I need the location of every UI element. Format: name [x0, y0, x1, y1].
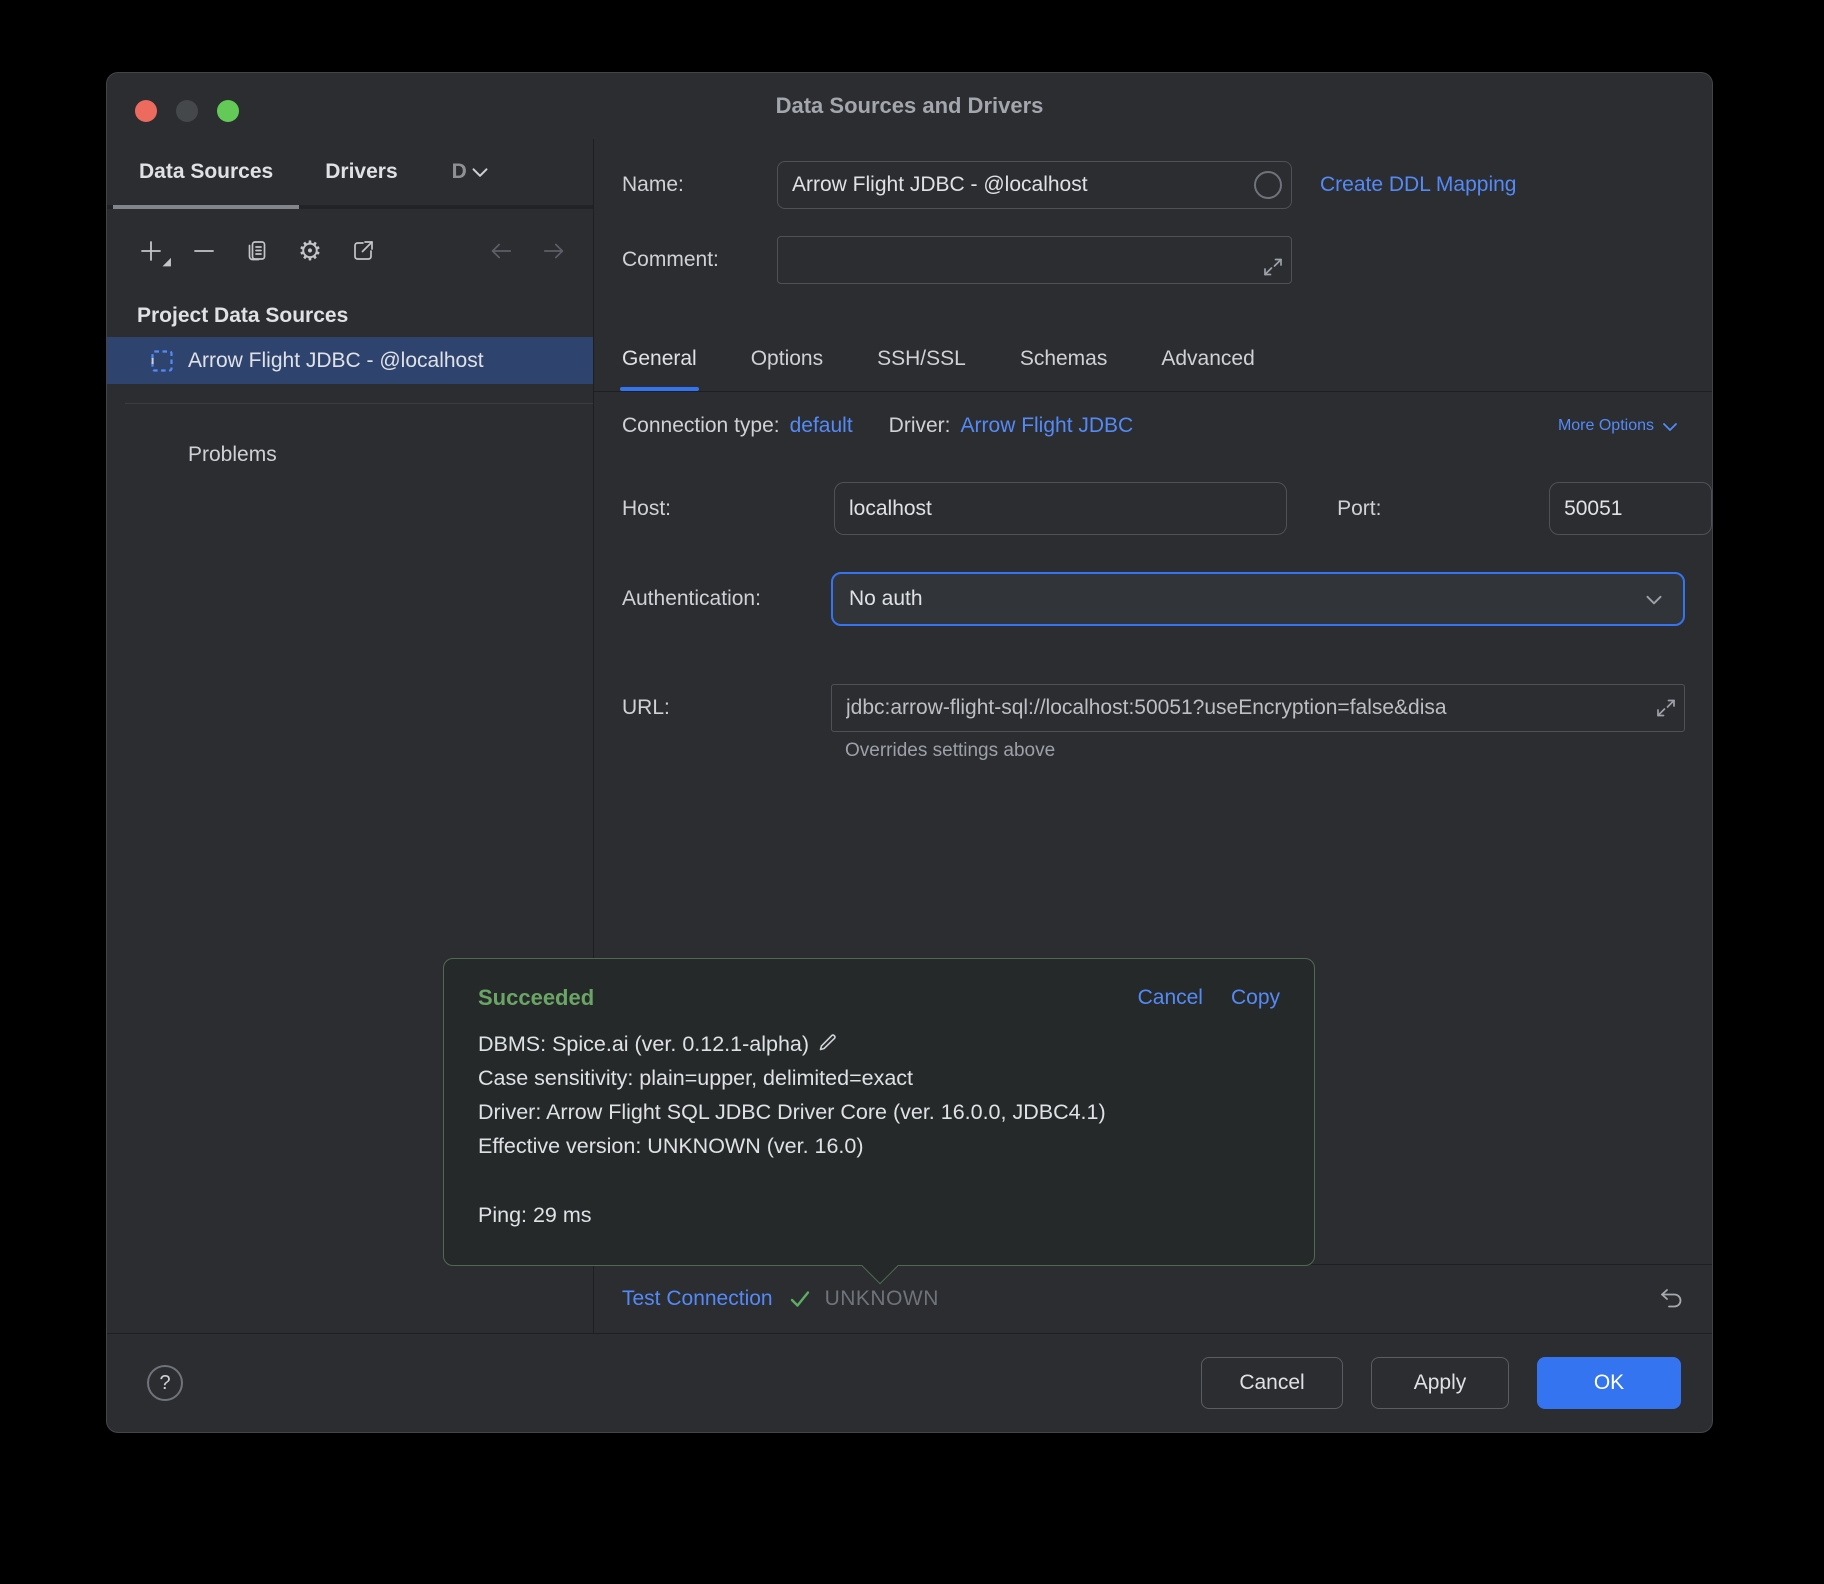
export-button[interactable] — [350, 238, 376, 264]
connection-type-value-link[interactable]: default — [790, 414, 853, 438]
host-label: Host: — [622, 497, 834, 521]
port-field-wrap — [1549, 482, 1712, 535]
sidebar-toolbar: ◢ ⚙ — [107, 209, 593, 293]
back-button[interactable] — [488, 238, 514, 264]
traffic-lights — [135, 100, 239, 122]
popup-line-ping: Ping: 29 ms — [478, 1198, 1280, 1232]
connection-result-text: UNKNOWN — [825, 1287, 939, 1311]
success-check-icon — [787, 1286, 813, 1312]
driver-value-link[interactable]: Arrow Flight JDBC — [961, 414, 1134, 438]
titlebar: Data Sources and Drivers — [107, 73, 1712, 139]
host-row: Host: Port: — [594, 482, 1712, 535]
ok-button[interactable]: OK — [1537, 1357, 1681, 1409]
url-field-wrap — [831, 684, 1685, 732]
more-options-link[interactable]: More Options — [1558, 414, 1682, 438]
name-label: Name: — [622, 173, 777, 197]
popup-status-text: Succeeded — [478, 985, 594, 1011]
popup-line-driver: Driver: Arrow Flight SQL JDBC Driver Cor… — [478, 1095, 1280, 1129]
add-dropdown-arrow-icon: ◢ — [163, 255, 171, 268]
tab-advanced[interactable]: Advanced — [1161, 326, 1254, 391]
comment-field-wrap — [777, 236, 1292, 284]
host-field-wrap — [834, 482, 1287, 535]
popup-line-version: Effective version: UNKNOWN (ver. 16.0) — [478, 1129, 1280, 1163]
tab-schemas[interactable]: Schemas — [1020, 326, 1108, 391]
remove-datasource-button[interactable] — [191, 238, 217, 264]
data-sources-dialog: Data Sources and Drivers Data Sources Dr… — [106, 72, 1713, 1433]
create-ddl-mapping-link[interactable]: Create DDL Mapping — [1320, 173, 1517, 197]
project-data-sources-header: Project Data Sources — [137, 303, 593, 329]
name-row: Name: Create DDL Mapping — [594, 161, 1712, 209]
zoom-window-button[interactable] — [217, 100, 239, 122]
url-hint: Overrides settings above — [845, 740, 1712, 762]
test-connection-bar: Test Connection UNKNOWN — [594, 1264, 1712, 1333]
port-label: Port: — [1337, 497, 1549, 521]
tab-data-sources[interactable]: Data Sources — [113, 139, 299, 205]
tab-drivers[interactable]: Drivers — [299, 139, 423, 205]
chevron-down-icon — [467, 159, 493, 185]
dialog-tabstrip: General Options SSH/SSL Schemas Advanced — [594, 326, 1712, 392]
driver-label: Driver: — [889, 414, 951, 438]
name-input[interactable] — [778, 162, 1291, 208]
popup-cancel-link[interactable]: Cancel — [1138, 986, 1203, 1010]
url-row: URL: — [594, 684, 1712, 732]
expand-icon[interactable] — [1654, 696, 1678, 720]
tab-ssh-ssl[interactable]: SSH/SSL — [877, 326, 966, 391]
test-connection-link[interactable]: Test Connection — [622, 1287, 773, 1311]
port-input[interactable] — [1550, 483, 1711, 534]
footer: ? Cancel Apply OK — [107, 1333, 1712, 1432]
comment-input[interactable] — [778, 237, 1291, 283]
duplicate-button[interactable] — [244, 238, 270, 264]
datasource-icon — [149, 348, 175, 374]
authentication-select[interactable]: No auth — [831, 572, 1685, 626]
chevron-down-icon — [1658, 414, 1682, 438]
host-input[interactable] — [835, 483, 1286, 534]
authentication-label: Authentication: — [622, 587, 831, 611]
color-picker-circle-icon[interactable] — [1254, 171, 1282, 199]
comment-row: Comment: — [594, 236, 1712, 284]
forward-button[interactable] — [541, 238, 567, 264]
edit-pencil-icon[interactable] — [815, 1031, 839, 1055]
help-button[interactable]: ? — [147, 1365, 183, 1401]
help-question-icon: ? — [159, 1372, 170, 1395]
cancel-button[interactable]: Cancel — [1201, 1357, 1343, 1409]
minimize-window-button[interactable] — [176, 100, 198, 122]
connection-type-label: Connection type: — [622, 414, 780, 438]
authentication-row: Authentication: No auth — [594, 572, 1712, 626]
popup-line-case: Case sensitivity: plain=upper, delimited… — [478, 1061, 1280, 1095]
apply-button[interactable]: Apply — [1371, 1357, 1509, 1409]
sidebar-tabstrip: Data Sources Drivers D — [107, 139, 593, 209]
popup-body: DBMS: Spice.ai (ver. 0.12.1-alpha) Case … — [478, 1027, 1280, 1232]
url-input[interactable] — [832, 685, 1684, 731]
sidebar-divider — [125, 403, 593, 404]
settings-button[interactable]: ⚙ — [297, 238, 323, 264]
test-connection-popup: Succeeded Cancel Copy DBMS: Spice.ai (ve… — [443, 958, 1315, 1266]
add-datasource-button[interactable]: ◢ — [138, 238, 164, 264]
tab-general[interactable]: General — [622, 326, 697, 391]
expand-icon[interactable] — [1261, 255, 1285, 279]
tab-options[interactable]: Options — [751, 326, 823, 391]
popup-line-dbms: DBMS: Spice.ai (ver. 0.12.1-alpha) — [478, 1027, 1280, 1061]
popup-header: Succeeded Cancel Copy — [478, 985, 1280, 1011]
close-window-button[interactable] — [135, 100, 157, 122]
gear-icon: ⚙ — [298, 238, 322, 264]
comment-label: Comment: — [622, 248, 777, 272]
revert-icon[interactable] — [1658, 1285, 1686, 1313]
authentication-value: No auth — [849, 587, 923, 611]
window-title: Data Sources and Drivers — [107, 73, 1712, 139]
url-label: URL: — [622, 696, 831, 720]
problems-item[interactable]: Problems — [188, 442, 593, 468]
connection-type-row: Connection type: default Driver: Arrow F… — [594, 414, 1712, 438]
name-field-wrap — [777, 161, 1292, 209]
chevron-down-icon — [1641, 586, 1667, 612]
datasource-list-item-selected[interactable]: Arrow Flight JDBC - @localhost — [107, 337, 593, 384]
tab-overflow[interactable]: D — [424, 139, 501, 205]
popup-copy-link[interactable]: Copy — [1231, 986, 1280, 1010]
datasource-item-label: Arrow Flight JDBC - @localhost — [188, 349, 484, 373]
